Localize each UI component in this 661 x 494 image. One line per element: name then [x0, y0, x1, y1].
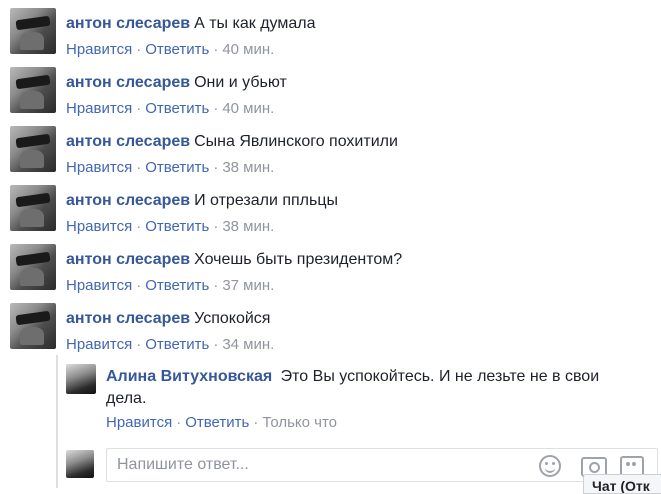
reply-composer[interactable] — [106, 448, 658, 482]
separator: · — [213, 336, 219, 353]
like-link[interactable]: Нравится — [66, 336, 132, 353]
separator: · — [213, 100, 219, 117]
reply-link[interactable]: Ответить — [145, 218, 209, 235]
separator: · — [136, 100, 142, 117]
like-link[interactable]: Нравится — [66, 41, 132, 58]
reply-link[interactable]: Ответить — [145, 41, 209, 58]
like-link[interactable]: Нравится — [66, 218, 132, 235]
comment-text-line: антон слесарев Хочешь быть президентом? — [66, 250, 402, 270]
avatar[interactable] — [66, 364, 96, 394]
avatar[interactable] — [10, 126, 56, 172]
reply-actions: Нравится · Ответить · Только что — [106, 414, 337, 432]
like-link[interactable]: Нравится — [106, 414, 172, 431]
comment-time[interactable]: 34 мин. — [222, 336, 274, 353]
current-user-avatar — [66, 450, 94, 478]
separator: · — [213, 277, 219, 294]
separator: · — [253, 414, 259, 431]
comment-actions: Нравится · Ответить · 40 мин. — [66, 41, 274, 59]
reply-time[interactable]: Только что — [262, 414, 337, 431]
comment-text: И отрезали ппльцы — [194, 192, 338, 209]
comment-text: Сына Явлинского похитили — [194, 133, 398, 150]
chat-tab[interactable]: Чат (Отк — [583, 474, 661, 494]
avatar[interactable] — [10, 185, 56, 231]
emoji-mouth — [545, 466, 555, 473]
separator: · — [136, 277, 142, 294]
separator: · — [213, 218, 219, 235]
comment-author-link[interactable]: антон слесарев — [66, 133, 190, 150]
avatar[interactable] — [10, 67, 56, 113]
reply-text-block: Алина Витухновская Это Вы успокойтесь. И… — [106, 366, 636, 410]
emoji-icon[interactable] — [539, 455, 561, 477]
comment-time[interactable]: 40 мин. — [222, 41, 274, 58]
reply-link[interactable]: Ответить — [145, 159, 209, 176]
separator: · — [213, 41, 219, 58]
comment-text-line: антон слесарев Сына Явлинского похитили — [66, 132, 398, 152]
like-link[interactable]: Нравится — [66, 159, 132, 176]
comment-time[interactable]: 40 мин. — [222, 100, 274, 117]
comment-actions: Нравится · Ответить · 38 мин. — [66, 159, 274, 177]
comment-text: Хочешь быть президентом? — [194, 251, 403, 268]
comment-text: А ты как думала — [194, 15, 316, 32]
avatar[interactable] — [10, 303, 56, 349]
comment-time[interactable]: 38 мин. — [222, 218, 274, 235]
like-link[interactable]: Нравится — [66, 277, 132, 294]
comment-text: Они и убьют — [194, 74, 287, 91]
comment-actions: Нравится · Ответить · 37 мин. — [66, 277, 274, 295]
comment-text-line: антон слесарев Успокойся — [66, 309, 270, 329]
separator: · — [136, 159, 142, 176]
separator: · — [136, 218, 142, 235]
comment-author-link[interactable]: антон слесарев — [66, 310, 190, 327]
comment-actions: Нравится · Ответить · 38 мин. — [66, 218, 274, 236]
avatar[interactable] — [10, 8, 56, 54]
comment-author-link[interactable]: антон слесарев — [66, 15, 190, 32]
comment-actions: Нравится · Ответить · 34 мин. — [66, 336, 274, 354]
reply-thread-line — [56, 355, 58, 488]
comment-text-line: антон слесарев А ты как думала — [66, 14, 315, 34]
separator: · — [213, 159, 219, 176]
comment-author-link[interactable]: антон слесарев — [66, 251, 190, 268]
reply-author-link[interactable]: Алина Витухновская — [106, 368, 272, 385]
separator: · — [136, 41, 142, 58]
comment-text: Успокойся — [194, 310, 271, 327]
reply-link[interactable]: Ответить — [145, 277, 209, 294]
like-link[interactable]: Нравится — [66, 100, 132, 117]
reply-link[interactable]: Ответить — [145, 100, 209, 117]
comment-actions: Нравится · Ответить · 40 мин. — [66, 100, 274, 118]
reply-link[interactable]: Ответить — [145, 336, 209, 353]
avatar[interactable] — [10, 244, 56, 290]
comment-text-line: антон слесарев И отрезали ппльцы — [66, 191, 338, 211]
reply-link[interactable]: Ответить — [185, 414, 249, 431]
comment-author-link[interactable]: антон слесарев — [66, 192, 190, 209]
comment-time[interactable]: 38 мин. — [222, 159, 274, 176]
comment-author-link[interactable]: антон слесарев — [66, 74, 190, 91]
separator: · — [176, 414, 182, 431]
comment-time[interactable]: 37 мин. — [222, 277, 274, 294]
separator: · — [136, 336, 142, 353]
comment-text-line: антон слесарев Они и убьют — [66, 73, 287, 93]
reply-input[interactable] — [115, 449, 529, 481]
